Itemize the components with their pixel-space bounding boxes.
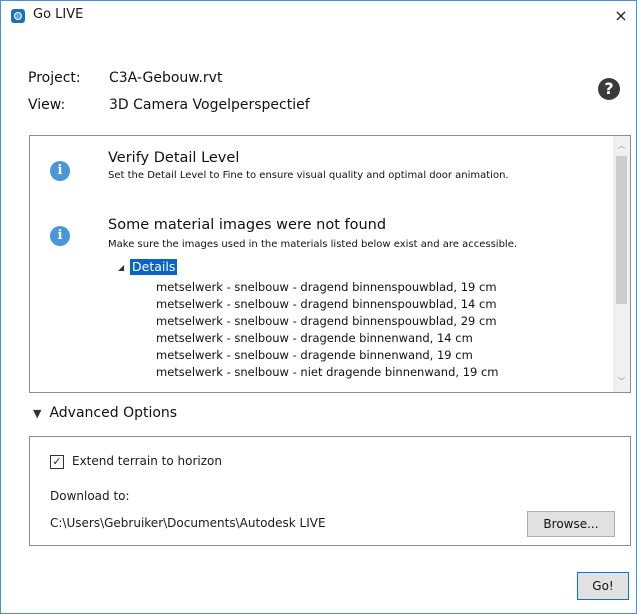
message-title: Verify Detail Level — [108, 150, 240, 166]
advanced-options-panel: ✓ Extend terrain to horizon Download to:… — [29, 436, 631, 546]
help-icon[interactable]: ? — [598, 78, 620, 100]
project-value: C3A-Gebouw.rvt — [109, 70, 223, 86]
view-value: 3D Camera Vogelperspectief — [109, 97, 310, 113]
extend-terrain-label[interactable]: Extend terrain to horizon — [72, 454, 222, 468]
go-button[interactable]: Go! — [577, 572, 629, 600]
title-bar: Go LIVE × — [1, 1, 636, 31]
close-button[interactable]: × — [606, 1, 636, 31]
go-live-dialog: Go LIVE × Project: C3A-Gebouw.rvt View: … — [0, 0, 637, 614]
messages-panel: i Verify Detail Level Set the Detail Lev… — [29, 135, 631, 393]
info-icon: i — [50, 161, 70, 181]
info-icon: i — [50, 226, 70, 246]
autodesk-live-icon — [11, 9, 25, 23]
view-label: View: — [28, 97, 66, 113]
tree-expand-icon[interactable]: ◢ — [118, 263, 124, 272]
scroll-up-icon[interactable]: ︿ — [613, 138, 630, 154]
details-tree-node[interactable]: Details — [130, 259, 178, 275]
list-item[interactable]: metselwerk - snelbouw - niet dragende bi… — [156, 364, 499, 381]
list-item[interactable]: metselwerk - snelbouw - dragende binnenw… — [156, 347, 499, 364]
scroll-thumb[interactable] — [616, 156, 627, 304]
list-item[interactable]: metselwerk - snelbouw - dragende binnenw… — [156, 330, 499, 347]
download-to-label: Download to: — [50, 489, 130, 503]
extend-terrain-checkbox[interactable]: ✓ — [50, 455, 64, 469]
window-title: Go LIVE — [33, 7, 84, 22]
list-item[interactable]: metselwerk - snelbouw - dragend binnensp… — [156, 279, 499, 296]
list-item[interactable]: metselwerk - snelbouw - dragend binnensp… — [156, 313, 499, 330]
scroll-down-icon[interactable]: ﹀ — [613, 374, 630, 390]
vertical-scrollbar[interactable]: ︿ ﹀ — [613, 136, 630, 392]
message-description: Make sure the images used in the materia… — [108, 239, 518, 250]
project-label: Project: — [28, 70, 81, 86]
missing-materials-list: metselwerk - snelbouw - dragend binnensp… — [156, 279, 499, 381]
browse-button[interactable]: Browse... — [527, 511, 615, 537]
advanced-options-label: Advanced Options — [49, 405, 178, 421]
message-description: Set the Detail Level to Fine to ensure v… — [108, 170, 509, 181]
download-path: C:\Users\Gebruiker\Documents\Autodesk LI… — [50, 516, 326, 530]
collapse-arrow-icon: ▼ — [33, 407, 42, 420]
list-item[interactable]: metselwerk - snelbouw - dragend binnensp… — [156, 296, 499, 313]
advanced-options-toggle[interactable]: ▼ Advanced Options — [33, 405, 177, 421]
message-title: Some material images were not found — [108, 217, 387, 233]
